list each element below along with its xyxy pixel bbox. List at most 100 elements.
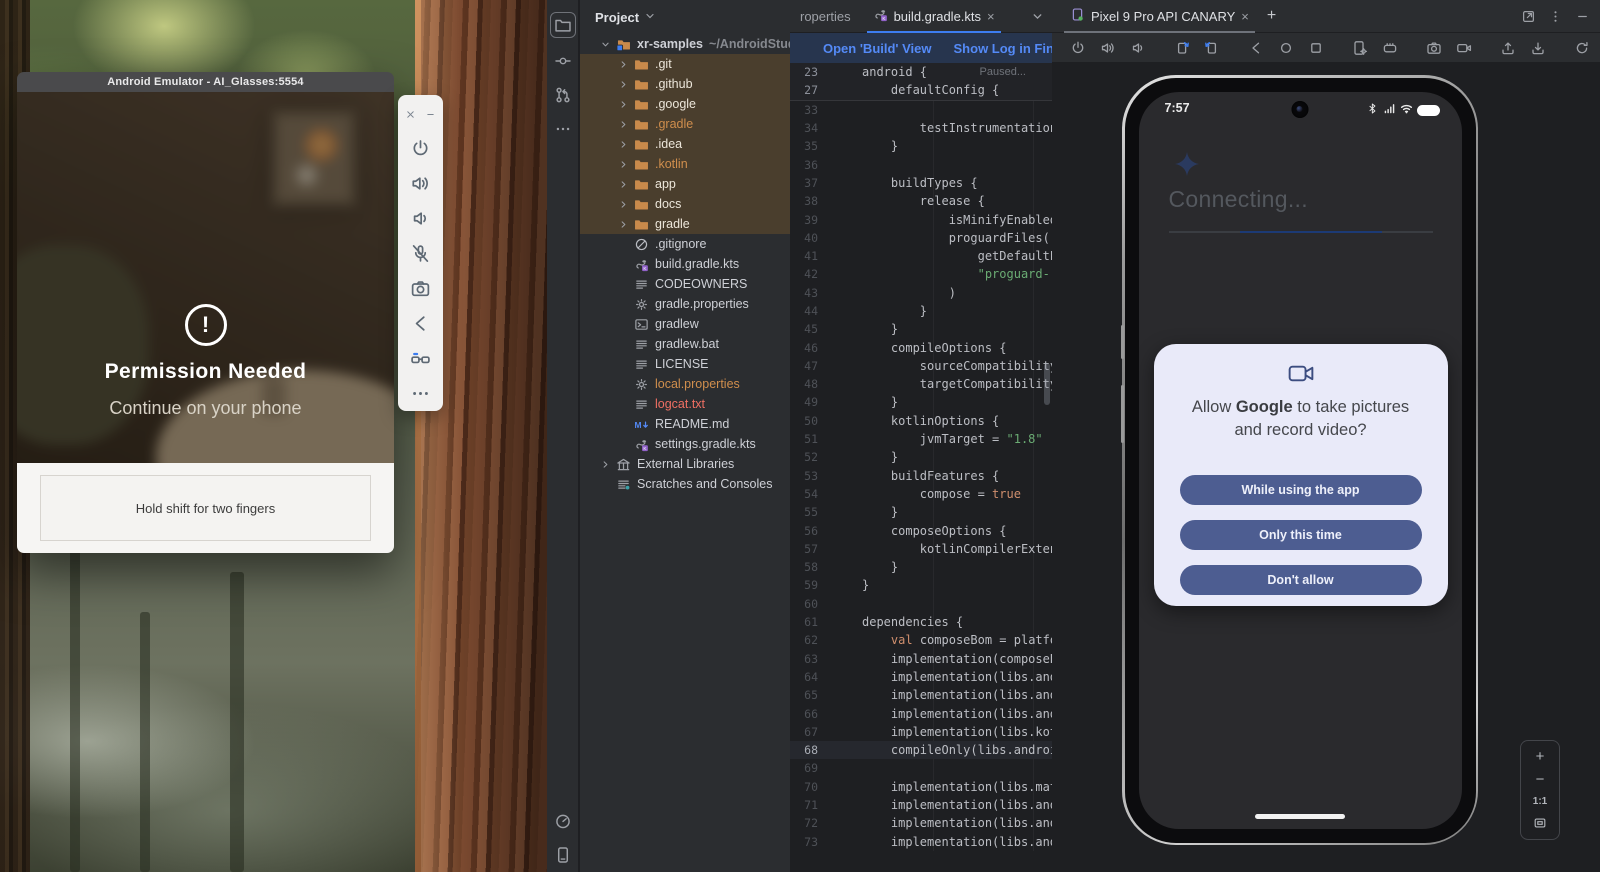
code-line-48[interactable]: 48 targetCompatibility = Java xyxy=(790,375,1052,393)
project-tool-button[interactable] xyxy=(550,12,576,38)
code-line-62[interactable]: 62 val composeBom = platform(libs xyxy=(790,631,1052,649)
hidden-tabs-chevron-icon[interactable] xyxy=(1031,10,1052,23)
download-icon[interactable] xyxy=(1526,40,1550,56)
code-line-66[interactable]: 66 implementation(libs.androidx xyxy=(790,704,1052,722)
pull-requests-icon[interactable] xyxy=(554,86,572,104)
chevron-right-icon[interactable] xyxy=(614,159,632,170)
more-v-icon[interactable] xyxy=(1548,9,1563,24)
screen-record-icon[interactable] xyxy=(1452,40,1476,56)
tree-item--gitignore[interactable]: .gitignore xyxy=(580,234,790,254)
chevron-right-icon[interactable] xyxy=(614,99,632,110)
volume-up-icon[interactable] xyxy=(410,173,431,194)
tree-item-build-gradle-kts[interactable]: Kbuild.gradle.kts xyxy=(580,254,790,274)
code-line-63[interactable]: 63 implementation(composeBom) xyxy=(790,650,1052,668)
chevron-right-icon[interactable] xyxy=(596,459,614,470)
tree-item-gradle[interactable]: gradle xyxy=(580,214,790,234)
profiler-icon[interactable] xyxy=(554,812,572,830)
camera-icon[interactable] xyxy=(410,278,431,299)
code-line-53[interactable]: 53 buildFeatures { xyxy=(790,467,1052,485)
chevron-right-icon[interactable] xyxy=(614,199,632,210)
code-line-35[interactable]: 35 } xyxy=(790,137,1052,155)
more-h-icon[interactable] xyxy=(554,120,572,138)
tree-item--git[interactable]: .git xyxy=(580,54,790,74)
code-line-67[interactable]: 67 implementation(libs.kotlinx. xyxy=(790,723,1052,741)
chevron-down-icon[interactable] xyxy=(644,10,656,25)
reset-icon[interactable] xyxy=(1570,40,1594,56)
chevron-right-icon[interactable] xyxy=(614,139,632,150)
tab-build-gradle-kts[interactable]: K build.gradle.kts × xyxy=(863,0,1005,33)
chevron-right-icon[interactable] xyxy=(614,119,632,130)
code-line-50[interactable]: 50 kotlinOptions { xyxy=(790,412,1052,430)
back-icon[interactable] xyxy=(410,313,431,334)
tree-item--github[interactable]: .github xyxy=(580,74,790,94)
code-line-23[interactable]: 23android {Paused... xyxy=(790,63,1052,81)
emulator-screen[interactable]: ! Permission Needed Continue on your pho… xyxy=(17,92,394,463)
code-line-55[interactable]: 55 } xyxy=(790,503,1052,521)
code-line-65[interactable]: 65 implementation(libs.androidx xyxy=(790,686,1052,704)
chevron-right-icon[interactable] xyxy=(614,179,632,190)
tree-item-settings-gradle-kts[interactable]: Ksettings.gradle.kts xyxy=(580,434,790,454)
phone-screen[interactable]: 7:57 Connecting... xyxy=(1139,92,1462,829)
code-line-37[interactable]: 37 buildTypes { xyxy=(790,174,1052,192)
screenshot-icon[interactable] xyxy=(1422,40,1446,56)
show-log-in-finder-link[interactable]: Show Log in Finder xyxy=(954,41,1052,56)
code-line-44[interactable]: 44 } xyxy=(790,302,1052,320)
code-line-47[interactable]: 47 sourceCompatibility = Java xyxy=(790,357,1052,375)
tree-item--google[interactable]: .google xyxy=(580,94,790,114)
rotate-right-icon[interactable] xyxy=(1200,40,1224,56)
code-line-51[interactable]: 51 jvmTarget = "1.8" xyxy=(790,430,1052,448)
code-line-72[interactable]: 72 implementation(libs.androidx xyxy=(790,814,1052,832)
tree-item-app[interactable]: app xyxy=(580,174,790,194)
code-line-61[interactable]: 61dependencies { xyxy=(790,613,1052,631)
code-line-39[interactable]: 39 isMinifyEnabled = false xyxy=(790,210,1052,228)
open-window-icon[interactable] xyxy=(1521,9,1536,24)
code-line-58[interactable]: 58 } xyxy=(790,558,1052,576)
device-settings-icon[interactable] xyxy=(1348,40,1372,56)
tree-item-gradlew-bat[interactable]: gradlew.bat xyxy=(580,334,790,354)
mic-off-icon[interactable] xyxy=(410,243,431,264)
code-line-49[interactable]: 49 } xyxy=(790,393,1052,411)
emulator-title-bar[interactable]: Android Emulator - AI_Glasses:5554 xyxy=(17,72,394,92)
code-line-54[interactable]: 54 compose = true xyxy=(790,485,1052,503)
add-device-tab-button[interactable]: + xyxy=(1267,7,1276,25)
tree-item-logcat-txt[interactable]: logcat.txt xyxy=(580,394,790,414)
code-line-40[interactable]: 40 proguardFiles( xyxy=(790,229,1052,247)
code-line-33[interactable]: 33 xyxy=(790,101,1052,119)
code-line-64[interactable]: 64 implementation(libs.androidx xyxy=(790,668,1052,686)
minimize-icon[interactable] xyxy=(1575,9,1590,24)
code-line-57[interactable]: 57 kotlinCompilerExtensionVers xyxy=(790,540,1052,558)
code-line-41[interactable]: 41 getDefaultProguardFile( xyxy=(790,247,1052,265)
code-line-42[interactable]: 42 "proguard-rules.pro", xyxy=(790,265,1052,283)
code-line-52[interactable]: 52 } xyxy=(790,448,1052,466)
tree-item-gradlew[interactable]: gradlew xyxy=(580,314,790,334)
tree-item-local-properties[interactable]: local.properties xyxy=(580,374,790,394)
tree-item-docs[interactable]: docs xyxy=(580,194,790,214)
only-this-time-button[interactable]: Only this time xyxy=(1180,520,1422,550)
tree-item-xr-samples[interactable]: xr-samples~/AndroidStudioProj xyxy=(580,34,790,54)
fit-to-window-icon[interactable] xyxy=(1533,816,1547,830)
tab-properties-partial[interactable]: roperties xyxy=(790,9,863,24)
chevron-down-icon[interactable] xyxy=(596,39,614,50)
back-icon[interactable] xyxy=(1244,40,1268,56)
code-line-46[interactable]: 46 compileOptions { xyxy=(790,338,1052,356)
code-line-60[interactable]: 60 xyxy=(790,595,1052,613)
code-line-43[interactable]: 43 ) xyxy=(790,284,1052,302)
code-line-59[interactable]: 59} xyxy=(790,576,1052,594)
tree-item-gradle-properties[interactable]: gradle.properties xyxy=(580,294,790,314)
overview-icon[interactable] xyxy=(1304,40,1328,56)
code-line-38[interactable]: 38 release { xyxy=(790,192,1052,210)
rotate-left-icon[interactable] xyxy=(1170,40,1194,56)
dont-allow-button[interactable]: Don't allow xyxy=(1180,565,1422,595)
close-icon[interactable] xyxy=(405,109,416,120)
code-line-34[interactable]: 34 testInstrumentationRunner xyxy=(790,119,1052,137)
zoom-out-button[interactable]: − xyxy=(1536,773,1545,787)
upload-icon[interactable] xyxy=(1496,40,1520,56)
volume-down-icon[interactable] xyxy=(1126,40,1150,56)
code-line-68[interactable]: 68 compileOnly(libs.androidx.a xyxy=(790,741,1052,759)
code-line-73[interactable]: 73 implementation(libs.androidx xyxy=(790,832,1052,850)
open-build-view-link[interactable]: Open 'Build' View xyxy=(823,41,932,56)
actual-size-button[interactable]: 1:1 xyxy=(1533,796,1547,807)
tab-pixel-9-pro[interactable]: Pixel 9 Pro API CANARY × xyxy=(1062,0,1257,33)
volume-down-icon[interactable] xyxy=(410,208,431,229)
editor-scrollbar[interactable] xyxy=(1044,363,1050,405)
